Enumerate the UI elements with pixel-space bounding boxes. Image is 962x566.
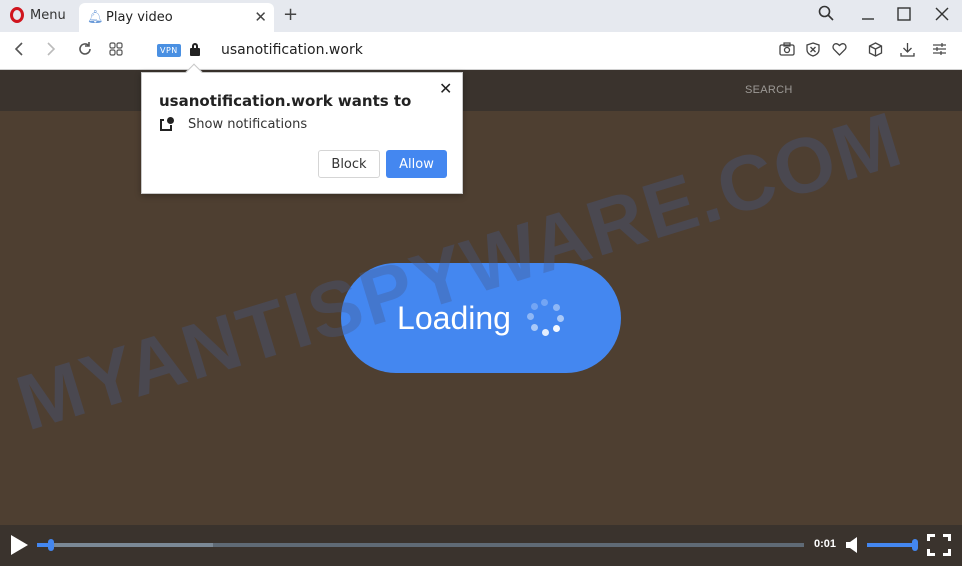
opera-logo-icon [10, 7, 24, 23]
reload-button[interactable] [77, 41, 93, 61]
tab-title: Play video [106, 10, 173, 25]
notification-icon [160, 117, 175, 132]
bell-icon: 🔔︎ [87, 9, 104, 25]
heart-icon[interactable] [832, 42, 847, 60]
minimize-button[interactable] [860, 5, 876, 25]
fullscreen-icon[interactable] [927, 534, 951, 556]
tab-close-icon[interactable]: ✕ [254, 8, 267, 26]
url-field[interactable]: usanotification.work [221, 42, 363, 58]
play-icon[interactable] [11, 535, 28, 555]
volume-fill [867, 543, 915, 547]
close-window-button[interactable] [935, 7, 949, 25]
address-bar: VPN usanotification.work [0, 32, 962, 70]
seek-handle[interactable] [47, 539, 54, 551]
menu-label: Menu [30, 7, 66, 23]
permission-text: Show notifications [188, 117, 308, 132]
tab-play-video[interactable]: 🔔︎ Play video ✕ [79, 3, 274, 32]
seek-bar[interactable] [37, 539, 804, 551]
popup-title: usanotification.work wants to [159, 92, 412, 110]
volume-slider[interactable] [867, 539, 918, 551]
cube-icon[interactable] [868, 42, 883, 61]
video-controls: 0:01 [0, 525, 962, 566]
snapshot-icon[interactable] [779, 42, 795, 60]
buffered-bar [37, 543, 214, 547]
maximize-button[interactable] [897, 7, 911, 25]
adblock-shield-icon[interactable] [806, 42, 820, 61]
spinner-icon [525, 298, 565, 338]
current-time: 0:01 [814, 538, 837, 550]
volume-handle[interactable] [912, 539, 918, 551]
speed-dial-icon[interactable] [109, 41, 123, 60]
forward-button[interactable] [45, 41, 57, 61]
tab-strip: Menu 🔔︎ Play video ✕ + [0, 0, 962, 32]
notification-permission-popup: usanotification.work wants to ✕ Show not… [141, 63, 463, 194]
new-tab-button[interactable]: + [283, 4, 298, 25]
search-tabs-icon[interactable] [818, 5, 834, 25]
download-icon[interactable] [900, 42, 915, 61]
opera-menu-button[interactable]: Menu [10, 7, 66, 23]
lock-icon[interactable] [190, 43, 200, 56]
volume-icon[interactable] [846, 537, 858, 553]
search-link[interactable]: SEARCH [745, 84, 793, 96]
allow-button[interactable]: Allow [386, 150, 447, 178]
loading-button[interactable]: Loading [341, 263, 621, 373]
popup-close-icon[interactable]: ✕ [439, 79, 452, 98]
block-button[interactable]: Block [318, 150, 380, 178]
vpn-badge[interactable]: VPN [157, 44, 181, 57]
loading-label: Loading [397, 299, 511, 336]
easy-setup-icon[interactable] [932, 42, 947, 60]
back-button[interactable] [13, 41, 25, 61]
browser-window: Menu 🔔︎ Play video ✕ + VPN usanotificati… [0, 0, 962, 566]
